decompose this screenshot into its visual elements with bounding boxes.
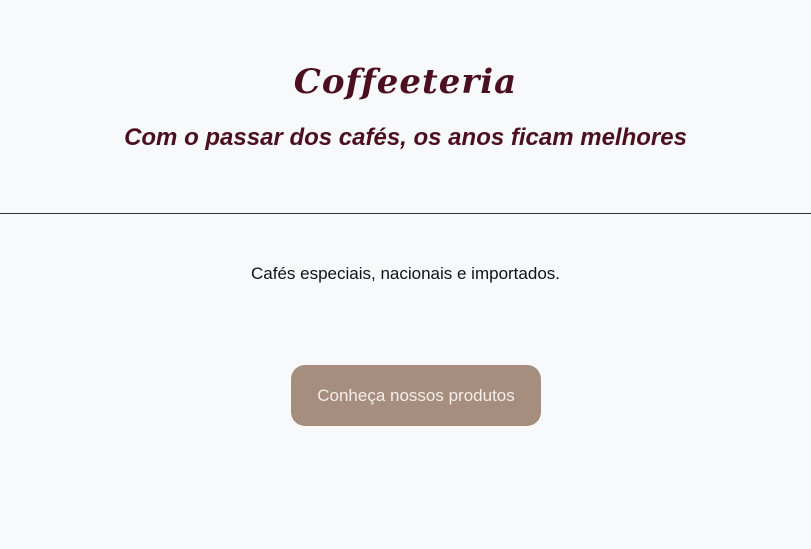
tagline: Com o passar dos cafés, os anos ficam me… (124, 124, 687, 151)
section-divider (0, 213, 811, 214)
brand-logo: Coffeeteria (293, 62, 518, 102)
view-products-button[interactable]: Conheça nossos produtos (291, 365, 541, 426)
hero-description: Cafés especiais, nacionais e importados. (251, 264, 560, 283)
